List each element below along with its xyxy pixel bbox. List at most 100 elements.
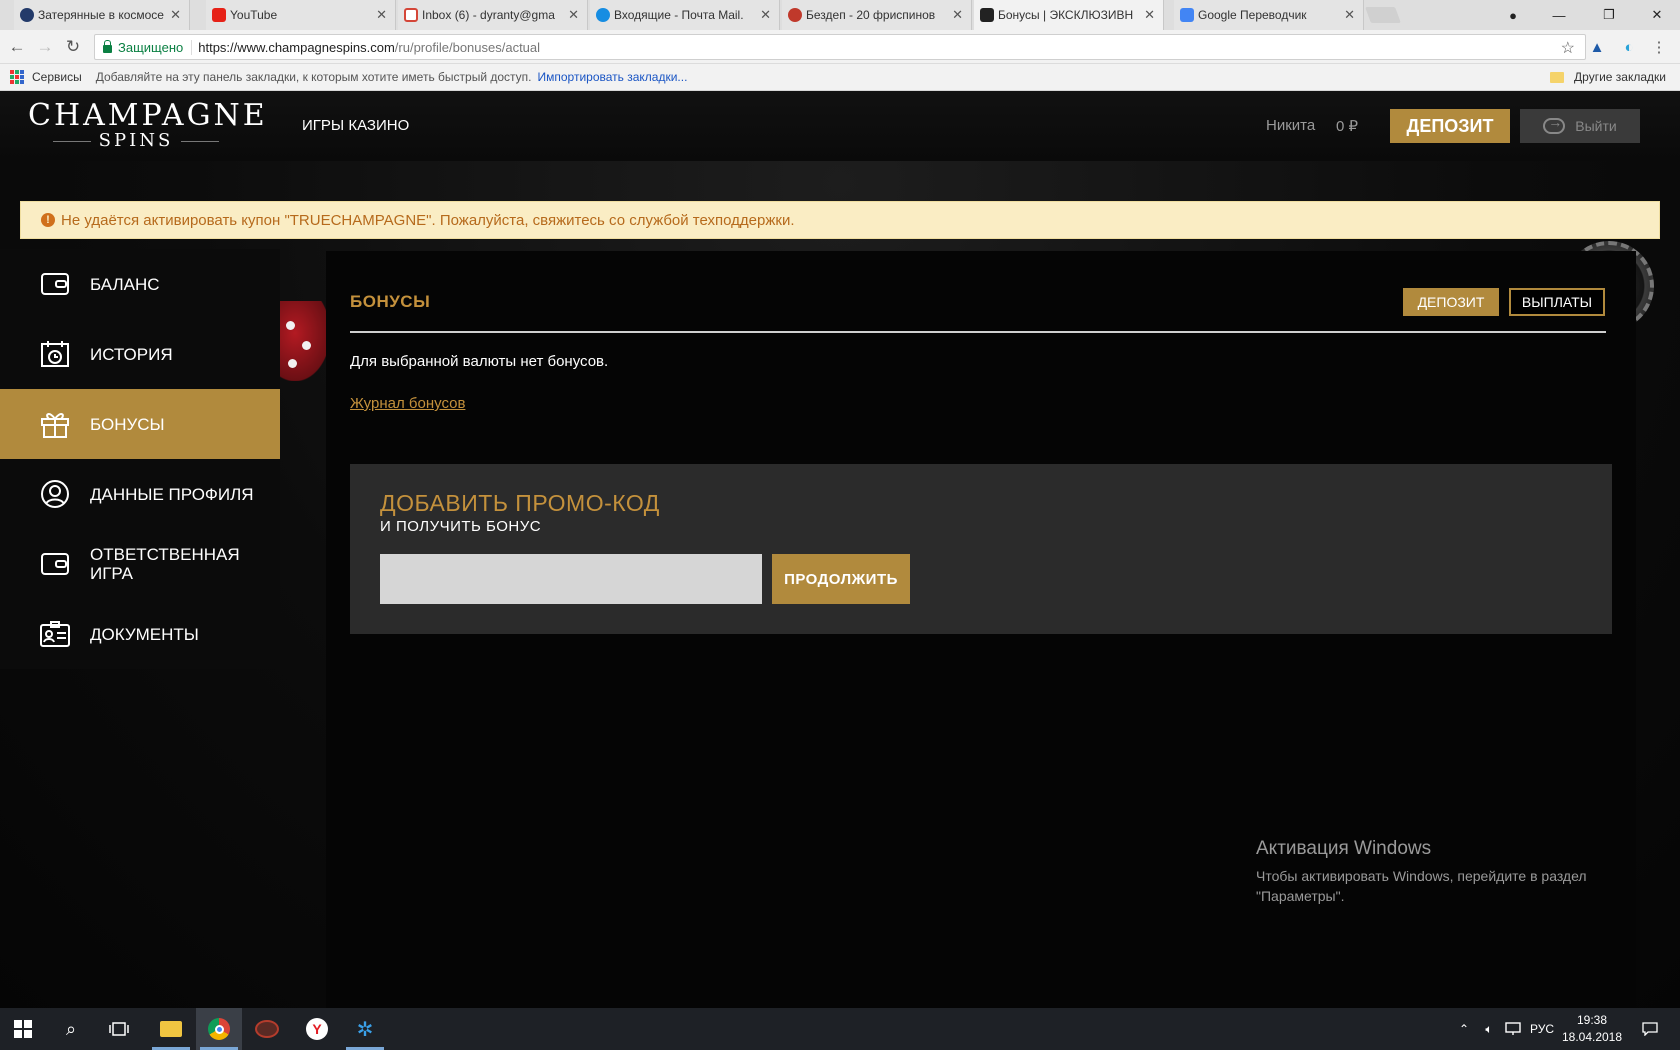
windows-activation-line1: Чтобы активировать Windows, перейдите в … bbox=[1256, 868, 1587, 884]
input-language[interactable]: РУС bbox=[1526, 1008, 1558, 1050]
close-icon[interactable]: ✕ bbox=[760, 7, 771, 23]
other-bookmarks-label: Другие закладки bbox=[1574, 70, 1666, 84]
game-app-icon[interactable] bbox=[244, 1008, 290, 1050]
tab-bonuses[interactable]: Бонусы | ЭКСКЛЮЗИВН ✕ bbox=[974, 0, 1164, 30]
payouts-button[interactable]: ВЫПЛАТЫ bbox=[1509, 288, 1605, 316]
promo-code-box: ДОБАВИТЬ ПРОМО-КОД И ПОЛУЧИТЬ БОНУС ПРОД… bbox=[350, 464, 1612, 634]
sidebar-item-history[interactable]: ИСТОРИЯ bbox=[0, 319, 280, 389]
folder-icon bbox=[1550, 71, 1565, 83]
url-host: https://www.champagnespins.com bbox=[198, 39, 395, 55]
tab-bezdep[interactable]: Бездеп - 20 фриспинов ✕ bbox=[782, 0, 972, 30]
clock-time: 19:38 bbox=[1576, 1013, 1608, 1027]
close-window-button[interactable]: ✕ bbox=[1634, 0, 1680, 30]
sidebar-item-documents[interactable]: ДОКУМЕНТЫ bbox=[0, 599, 280, 669]
promo-subtitle: И ПОЛУЧИТЬ БОНУС bbox=[380, 518, 542, 535]
user-balance: 0 ₽ bbox=[1336, 118, 1359, 135]
network-icon[interactable] bbox=[1502, 1008, 1524, 1050]
extension-icon[interactable]: ▲ bbox=[1588, 38, 1606, 56]
logo-top: CHAMPAGNE bbox=[28, 98, 268, 133]
tab-title: Затерянные в космосе bbox=[38, 8, 164, 22]
bonuses-panel: БОНУСЫ ДЕПОЗИТ ВЫПЛАТЫ Для выбранной вал… bbox=[326, 251, 1636, 1031]
tab-title: Входящие - Почта Mail. bbox=[614, 8, 744, 22]
id-card-icon bbox=[40, 619, 70, 649]
tab-space[interactable]: Затерянные в космосе ✕ bbox=[14, 0, 190, 30]
site-logo[interactable]: CHAMPAGNE SPINS bbox=[28, 98, 268, 151]
system-clock[interactable]: 19:38 18.04.2018 bbox=[1560, 1012, 1624, 1046]
notifications-icon[interactable] bbox=[1634, 1008, 1666, 1050]
yandex-browser-icon[interactable]: Y bbox=[294, 1008, 340, 1050]
search-icon[interactable]: ⌕ bbox=[48, 1008, 94, 1050]
close-icon[interactable]: ✕ bbox=[170, 7, 181, 23]
bookmark-star-icon[interactable]: ☆ bbox=[1561, 38, 1575, 58]
windows-activation-line2: "Параметры". bbox=[1256, 888, 1345, 904]
back-icon[interactable]: ← bbox=[6, 36, 28, 58]
windows-taskbar: ⌕ Y ✲ ⌃ 🔈︎ РУС 19:38 18.04.2018 bbox=[0, 1008, 1680, 1050]
wallet-icon bbox=[40, 269, 70, 299]
profile-icon[interactable]: ● bbox=[1490, 0, 1536, 30]
sidebar-label: ДОКУМЕНТЫ bbox=[90, 624, 199, 644]
logout-icon bbox=[1543, 114, 1566, 134]
tab-title: YouTube bbox=[230, 8, 278, 22]
reload-icon[interactable]: ↻ bbox=[62, 36, 84, 58]
close-icon[interactable]: ✕ bbox=[376, 7, 387, 23]
logout-button[interactable]: Выйти bbox=[1520, 109, 1640, 143]
sidebar-item-bonuses[interactable]: БОНУСЫ bbox=[0, 389, 280, 459]
youtube-icon bbox=[212, 8, 226, 22]
tray-chevron-up-icon[interactable]: ⌃ bbox=[1454, 1008, 1474, 1050]
battle-net-icon[interactable]: ✲ bbox=[342, 1008, 388, 1050]
promo-title: ДОБАВИТЬ ПРОМО-КОД bbox=[380, 490, 660, 516]
bonus-journal-link[interactable]: Журнал бонусов bbox=[350, 395, 465, 412]
sidebar-label: БАЛАНС bbox=[90, 274, 160, 294]
browser-toolbar: ← → ↻ Защищено https://www.champagnespin… bbox=[0, 30, 1680, 64]
sidebar-label: ДАННЫЕ ПРОФИЛЯ bbox=[90, 484, 254, 504]
windows-activation-watermark: Активация Windows Чтобы активировать Win… bbox=[1256, 838, 1587, 906]
volume-icon[interactable]: 🔈︎ bbox=[1478, 1008, 1500, 1050]
other-bookmarks[interactable]: Другие закладки bbox=[1550, 70, 1666, 84]
bookmark-services[interactable]: Сервисы bbox=[32, 70, 82, 84]
gift-icon bbox=[40, 409, 70, 439]
extension-icon[interactable]: ◐ bbox=[1620, 38, 1638, 56]
start-button[interactable] bbox=[0, 1008, 46, 1050]
windows-activation-title: Активация Windows bbox=[1256, 838, 1432, 859]
header-deposit-button[interactable]: ДЕПОЗИТ bbox=[1390, 109, 1510, 143]
import-bookmarks-link[interactable]: Импортировать закладки... bbox=[538, 70, 688, 84]
close-icon[interactable]: ✕ bbox=[952, 7, 963, 23]
site-header: CHAMPAGNE SPINS ИГРЫ КАЗИНО Никита 0 ₽ Д… bbox=[0, 91, 1680, 161]
file-explorer-icon[interactable] bbox=[148, 1008, 194, 1050]
deposit-button[interactable]: ДЕПОЗИТ bbox=[1403, 288, 1499, 316]
nav-casino-games[interactable]: ИГРЫ КАЗИНО bbox=[302, 117, 409, 134]
no-bonus-message: Для выбранной валюты нет бонусов. bbox=[350, 353, 609, 370]
tab-title: Бездеп - 20 фриспинов bbox=[806, 8, 936, 22]
champagne-favicon-icon bbox=[980, 8, 994, 22]
tab-google-translate[interactable]: Google Переводчик ✕ bbox=[1174, 0, 1364, 30]
tab-mailru[interactable]: Входящие - Почта Mail. ✕ bbox=[590, 0, 780, 30]
menu-icon[interactable]: ⋮ bbox=[1650, 38, 1668, 56]
continue-button[interactable]: ПРОДОЛЖИТЬ bbox=[772, 554, 910, 604]
browser-tab-strip: Затерянные в космосе ✕ YouTube ✕ Inbox (… bbox=[0, 0, 1680, 30]
promo-code-input[interactable] bbox=[380, 554, 762, 604]
tab-youtube[interactable]: YouTube ✕ bbox=[206, 0, 396, 30]
minimize-button[interactable]: — bbox=[1536, 0, 1582, 30]
close-icon[interactable]: ✕ bbox=[1344, 7, 1355, 23]
calendar-clock-icon bbox=[40, 339, 70, 369]
gmail-icon bbox=[404, 8, 418, 22]
tab-favicon bbox=[20, 8, 34, 22]
sidebar-label: БОНУСЫ bbox=[90, 414, 165, 434]
page-title: БОНУСЫ bbox=[350, 292, 431, 311]
tab-gmail[interactable]: Inbox (6) - dyranty@gma ✕ bbox=[398, 0, 588, 30]
sidebar-item-balance[interactable]: БАЛАНС bbox=[0, 249, 280, 319]
close-icon[interactable]: ✕ bbox=[1144, 7, 1155, 23]
logo-bottom: SPINS bbox=[28, 131, 244, 151]
clock-date: 18.04.2018 bbox=[1561, 1030, 1623, 1044]
chrome-icon[interactable] bbox=[196, 1008, 242, 1050]
task-view-icon[interactable] bbox=[96, 1008, 142, 1050]
sidebar-item-profile-data[interactable]: ДАННЫЕ ПРОФИЛЯ bbox=[0, 459, 280, 529]
restore-button[interactable]: ❐ bbox=[1586, 0, 1632, 30]
user-name[interactable]: Никита bbox=[1266, 117, 1315, 134]
close-icon[interactable]: ✕ bbox=[568, 7, 579, 23]
apps-icon[interactable] bbox=[10, 70, 24, 84]
address-bar[interactable]: Защищено https://www.champagnespins.com … bbox=[94, 34, 1586, 60]
sidebar-item-responsible-gaming[interactable]: ОТВЕТСТВЕННАЯ ИГРА bbox=[0, 529, 280, 599]
forward-icon[interactable]: → bbox=[34, 36, 56, 58]
new-tab-button[interactable] bbox=[1365, 7, 1401, 23]
